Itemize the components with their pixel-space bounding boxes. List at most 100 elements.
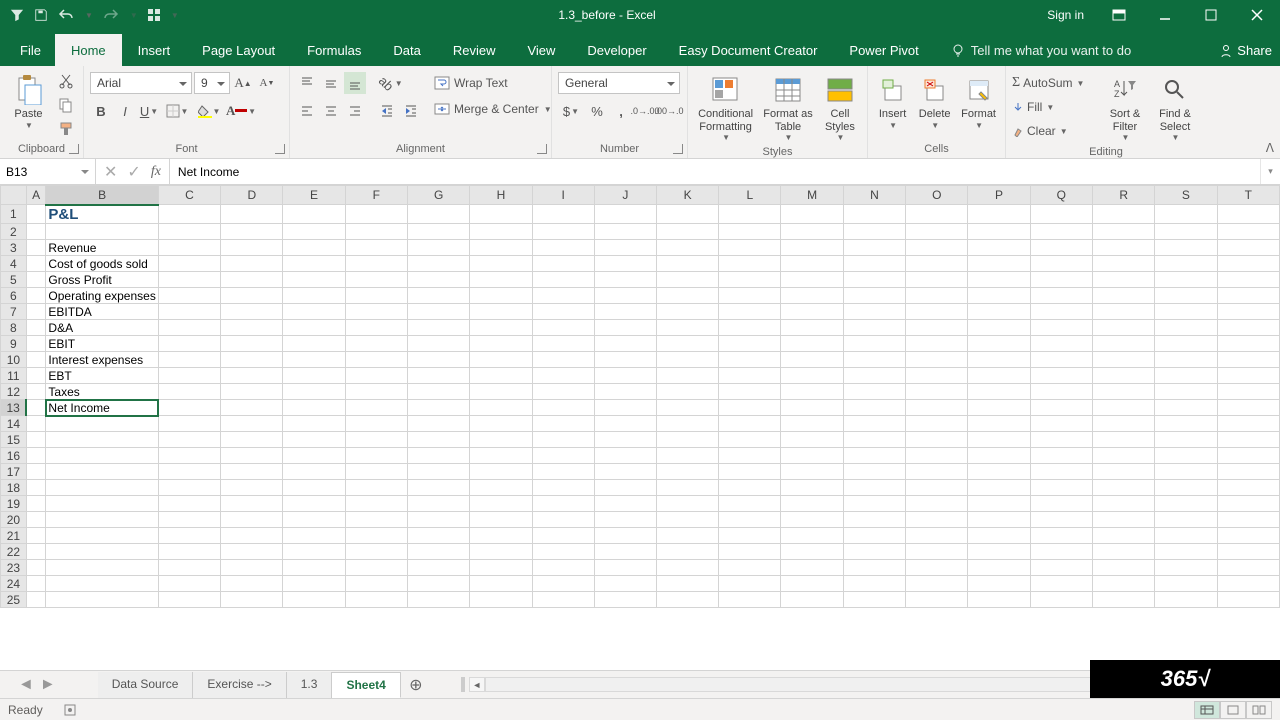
cell-G21[interactable] [407,528,469,544]
cell-I12[interactable] [532,384,594,400]
cell-H14[interactable] [470,416,532,432]
cell-S11[interactable] [1155,368,1217,384]
cell-S10[interactable] [1155,352,1217,368]
cell-K4[interactable] [656,256,718,272]
cell-H17[interactable] [470,464,532,480]
cell-K9[interactable] [656,336,718,352]
cell-K19[interactable] [656,496,718,512]
cell-I1[interactable] [532,205,594,224]
cell-J25[interactable] [594,592,656,608]
row-header-17[interactable]: 17 [1,464,27,480]
cell-R21[interactable] [1093,528,1155,544]
cell-G20[interactable] [407,512,469,528]
cell-L18[interactable] [719,480,781,496]
cell-M19[interactable] [781,496,843,512]
tab-view[interactable]: View [511,34,571,66]
cell-E19[interactable] [283,496,345,512]
cell-E11[interactable] [283,368,345,384]
fill-color-button[interactable]: ▼ [194,100,224,122]
cell-F21[interactable] [345,528,407,544]
cell-A9[interactable] [26,336,46,352]
cell-H19[interactable] [470,496,532,512]
cell-G3[interactable] [407,240,469,256]
cell-P19[interactable] [968,496,1030,512]
cell-F17[interactable] [345,464,407,480]
cell-A13[interactable] [26,400,46,416]
col-header-R[interactable]: R [1093,186,1155,205]
cell-O24[interactable] [906,576,968,592]
cell-O10[interactable] [906,352,968,368]
cell-A18[interactable] [26,480,46,496]
cut-button[interactable] [55,70,77,92]
cell-G22[interactable] [407,544,469,560]
increase-font-button[interactable]: A▲ [232,72,254,94]
new-sheet-button[interactable]: ⊕ [401,675,431,695]
cell-R24[interactable] [1093,576,1155,592]
cell-G13[interactable] [407,400,469,416]
cell-J6[interactable] [594,288,656,304]
cell-O6[interactable] [906,288,968,304]
cell-D5[interactable] [221,272,283,288]
cell-Q24[interactable] [1030,576,1092,592]
cell-F7[interactable] [345,304,407,320]
cell-D21[interactable] [221,528,283,544]
cell-D6[interactable] [221,288,283,304]
cell-O3[interactable] [906,240,968,256]
cell-J5[interactable] [594,272,656,288]
cell-K11[interactable] [656,368,718,384]
cell-B11[interactable]: EBT [46,368,158,384]
cell-L8[interactable] [719,320,781,336]
cell-K22[interactable] [656,544,718,560]
borders-button[interactable]: ▼ [162,100,192,122]
tab-developer[interactable]: Developer [571,34,662,66]
row-header-11[interactable]: 11 [1,368,27,384]
cell-R1[interactable] [1093,205,1155,224]
row-header-10[interactable]: 10 [1,352,27,368]
cell-H7[interactable] [470,304,532,320]
cell-A7[interactable] [26,304,46,320]
cell-R12[interactable] [1093,384,1155,400]
cell-T9[interactable] [1217,336,1279,352]
cell-D8[interactable] [221,320,283,336]
cell-M5[interactable] [781,272,843,288]
col-header-N[interactable]: N [843,186,905,205]
cell-F9[interactable] [345,336,407,352]
cell-G16[interactable] [407,448,469,464]
cell-M15[interactable] [781,432,843,448]
cell-I7[interactable] [532,304,594,320]
col-header-S[interactable]: S [1155,186,1217,205]
cell-J17[interactable] [594,464,656,480]
cell-M16[interactable] [781,448,843,464]
cell-M23[interactable] [781,560,843,576]
cell-R13[interactable] [1093,400,1155,416]
cell-P6[interactable] [968,288,1030,304]
cell-L12[interactable] [719,384,781,400]
cell-D22[interactable] [221,544,283,560]
cell-T2[interactable] [1217,224,1279,240]
cell-N12[interactable] [843,384,905,400]
normal-view-button[interactable] [1194,701,1220,719]
cell-G2[interactable] [407,224,469,240]
cell-R18[interactable] [1093,480,1155,496]
decrease-indent-button[interactable] [376,100,398,122]
cell-C21[interactable] [158,528,220,544]
cell-D15[interactable] [221,432,283,448]
cell-S8[interactable] [1155,320,1217,336]
cell-N9[interactable] [843,336,905,352]
cell-O25[interactable] [906,592,968,608]
cell-L13[interactable] [719,400,781,416]
row-header-4[interactable]: 4 [1,256,27,272]
align-center-button[interactable] [320,100,342,122]
cell-P15[interactable] [968,432,1030,448]
cell-F24[interactable] [345,576,407,592]
cell-F4[interactable] [345,256,407,272]
clear-button[interactable]: Clear▼ [1012,120,1080,142]
row-header-2[interactable]: 2 [1,224,27,240]
cell-T21[interactable] [1217,528,1279,544]
cell-N21[interactable] [843,528,905,544]
cell-N16[interactable] [843,448,905,464]
cell-F19[interactable] [345,496,407,512]
row-header-3[interactable]: 3 [1,240,27,256]
cell-G5[interactable] [407,272,469,288]
cell-H5[interactable] [470,272,532,288]
